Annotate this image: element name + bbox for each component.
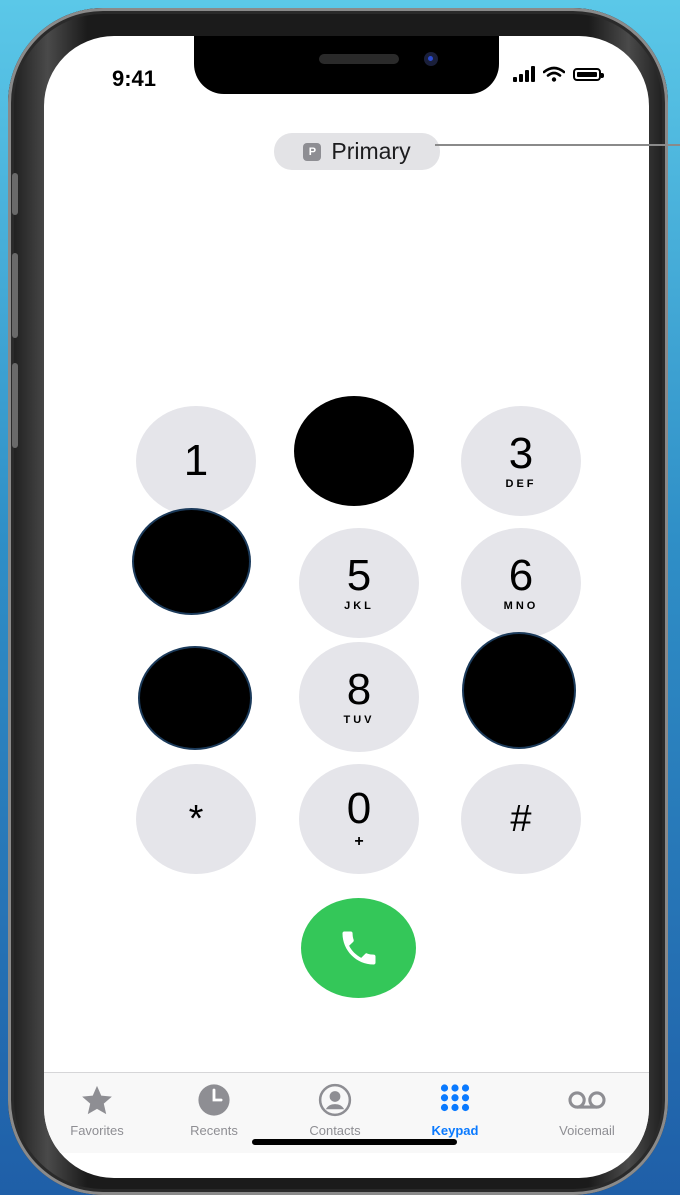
key-9-redacted[interactable] <box>464 634 574 747</box>
wifi-icon <box>543 66 565 82</box>
key-digit: 3 <box>508 429 534 478</box>
notch <box>194 36 499 94</box>
tab-label: Favorites <box>70 1123 124 1138</box>
key-letters: MNO <box>503 600 539 612</box>
home-indicator[interactable] <box>252 1139 457 1145</box>
key-7-redacted[interactable] <box>140 648 250 748</box>
key-digit: * <box>188 798 204 840</box>
tab-label: Keypad <box>431 1123 479 1138</box>
key-digit: 0 <box>346 784 372 833</box>
key-digit: 8 <box>346 665 372 714</box>
front-camera-icon <box>424 52 438 66</box>
tab-keypad[interactable]: Keypad <box>400 1083 510 1138</box>
key-digit: 5 <box>346 551 372 600</box>
volume-down-button <box>12 363 18 448</box>
line-selector-button[interactable]: P Primary <box>274 133 440 170</box>
key-letters: TUV <box>343 714 375 726</box>
phone-icon <box>342 931 375 965</box>
volume-up-button <box>12 253 18 338</box>
key-star[interactable]: * <box>136 764 256 874</box>
battery-icon <box>573 67 604 81</box>
key-letters: DEF <box>505 478 537 490</box>
screen: 9:41 P Primary 1 3 DEF 5 JKL 6 MNO 8 TUV… <box>44 36 649 1178</box>
key-3[interactable]: 3 DEF <box>461 406 581 516</box>
call-button[interactable] <box>301 898 416 998</box>
phone-frame: 9:41 P Primary 1 3 DEF 5 JKL 6 MNO 8 TUV… <box>8 8 668 1195</box>
key-8[interactable]: 8 TUV <box>299 642 419 752</box>
key-1[interactable]: 1 <box>136 406 256 516</box>
tab-label: Contacts <box>309 1123 361 1138</box>
mute-switch <box>12 173 18 215</box>
line-label: Primary <box>331 138 411 164</box>
keypad-grid-icon <box>440 1084 470 1112</box>
tab-contacts[interactable]: Contacts <box>280 1083 390 1138</box>
tab-voicemail[interactable]: Voicemail <box>532 1083 642 1138</box>
star-icon <box>82 1085 112 1115</box>
tab-recents[interactable]: Recents <box>159 1083 269 1138</box>
speaker-grille <box>319 54 399 64</box>
status-time: 9:41 <box>112 66 157 91</box>
tab-favorites[interactable]: Favorites <box>44 1083 152 1138</box>
key-letters: JKL <box>344 600 374 612</box>
status-icons <box>513 66 604 82</box>
voicemail-icon <box>568 1091 606 1109</box>
callout-line <box>435 144 680 146</box>
key-2-redacted[interactable] <box>294 396 414 506</box>
person-circle-icon <box>318 1083 352 1117</box>
key-digit: 1 <box>183 436 209 485</box>
key-digit: # <box>510 798 532 840</box>
cellular-signal-icon <box>513 66 535 82</box>
key-4-redacted[interactable] <box>134 510 249 613</box>
tab-label: Voicemail <box>559 1123 615 1138</box>
key-6[interactable]: 6 MNO <box>461 528 581 638</box>
key-0[interactable]: 0 + <box>299 764 419 874</box>
key-5[interactable]: 5 JKL <box>299 528 419 638</box>
key-digit: 6 <box>508 551 534 600</box>
key-hash[interactable]: # <box>461 764 581 874</box>
line-badge-icon: P <box>303 142 322 161</box>
key-letters: + <box>354 833 364 850</box>
clock-icon <box>198 1084 230 1116</box>
tab-label: Recents <box>190 1123 238 1138</box>
